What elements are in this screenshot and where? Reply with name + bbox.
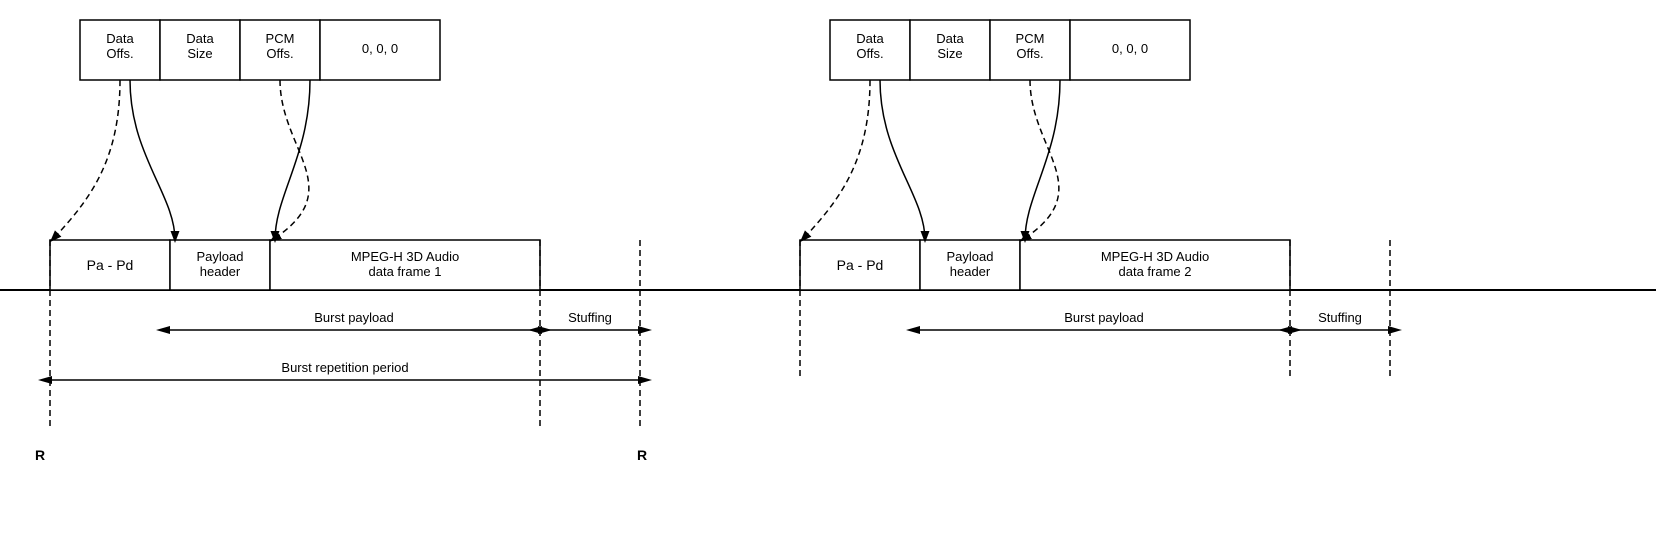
- right-stuffing-label: Stuffing: [1318, 310, 1362, 325]
- right-stuffing-arrow-right: [1388, 326, 1402, 334]
- left-brp-arrow-right: [638, 376, 652, 384]
- left-mpeg2: data frame 1: [369, 264, 442, 279]
- right-header-cell2: Data: [936, 31, 964, 46]
- left-burst-label: Burst payload: [314, 310, 394, 325]
- right-papd: Pa - Pd: [837, 257, 884, 273]
- right-header-cell4: 0, 0, 0: [1112, 41, 1148, 56]
- right-burst-label: Burst payload: [1064, 310, 1144, 325]
- left-solid2: [275, 80, 310, 240]
- left-dashed1: [52, 80, 120, 240]
- left-header-cell2b: Size: [187, 46, 212, 61]
- left-r-right: R: [637, 447, 647, 463]
- left-header-cell3b: Offs.: [266, 46, 293, 61]
- left-header-cell2: Data: [186, 31, 214, 46]
- left-payload-header: Payload: [197, 249, 244, 264]
- left-r-left: R: [35, 447, 45, 463]
- right-header-cell3: PCM: [1016, 31, 1045, 46]
- right-header-cell1b: Offs.: [856, 46, 883, 61]
- right-dashed1: [802, 80, 870, 240]
- left-brp-arrow-left: [38, 376, 52, 384]
- right-payload-header2: header: [950, 264, 991, 279]
- left-header-cell1b: Offs.: [106, 46, 133, 61]
- left-papd: Pa - Pd: [87, 257, 134, 273]
- left-mpeg: MPEG-H 3D Audio: [351, 249, 459, 264]
- right-solid2: [1025, 80, 1060, 240]
- left-header-cell4: 0, 0, 0: [362, 41, 398, 56]
- diagram-container: Data Offs. Data Size PCM Offs. 0, 0, 0 P…: [0, 0, 1656, 543]
- left-stuffing-arrow-left: [528, 326, 542, 334]
- right-solid1: [880, 80, 925, 240]
- right-header-cell1: Data: [856, 31, 884, 46]
- left-header-cell1: Data: [106, 31, 134, 46]
- left-payload-header2: header: [200, 264, 241, 279]
- right-payload-header: Payload: [947, 249, 994, 264]
- left-stuffing-label: Stuffing: [568, 310, 612, 325]
- right-mpeg: MPEG-H 3D Audio: [1101, 249, 1209, 264]
- left-brp-label: Burst repetition period: [281, 360, 408, 375]
- left-header-cell3: PCM: [266, 31, 295, 46]
- left-stuffing-arrow-right: [638, 326, 652, 334]
- left-solid1: [130, 80, 175, 240]
- right-burst-arrow-left: [906, 326, 920, 334]
- right-stuffing-arrow-left: [1278, 326, 1292, 334]
- right-header-cell2b: Size: [937, 46, 962, 61]
- diagram-svg: Data Offs. Data Size PCM Offs. 0, 0, 0 P…: [0, 0, 1656, 543]
- right-mpeg2: data frame 2: [1119, 264, 1192, 279]
- right-header-cell3b: Offs.: [1016, 46, 1043, 61]
- left-burst-arrow-left: [156, 326, 170, 334]
